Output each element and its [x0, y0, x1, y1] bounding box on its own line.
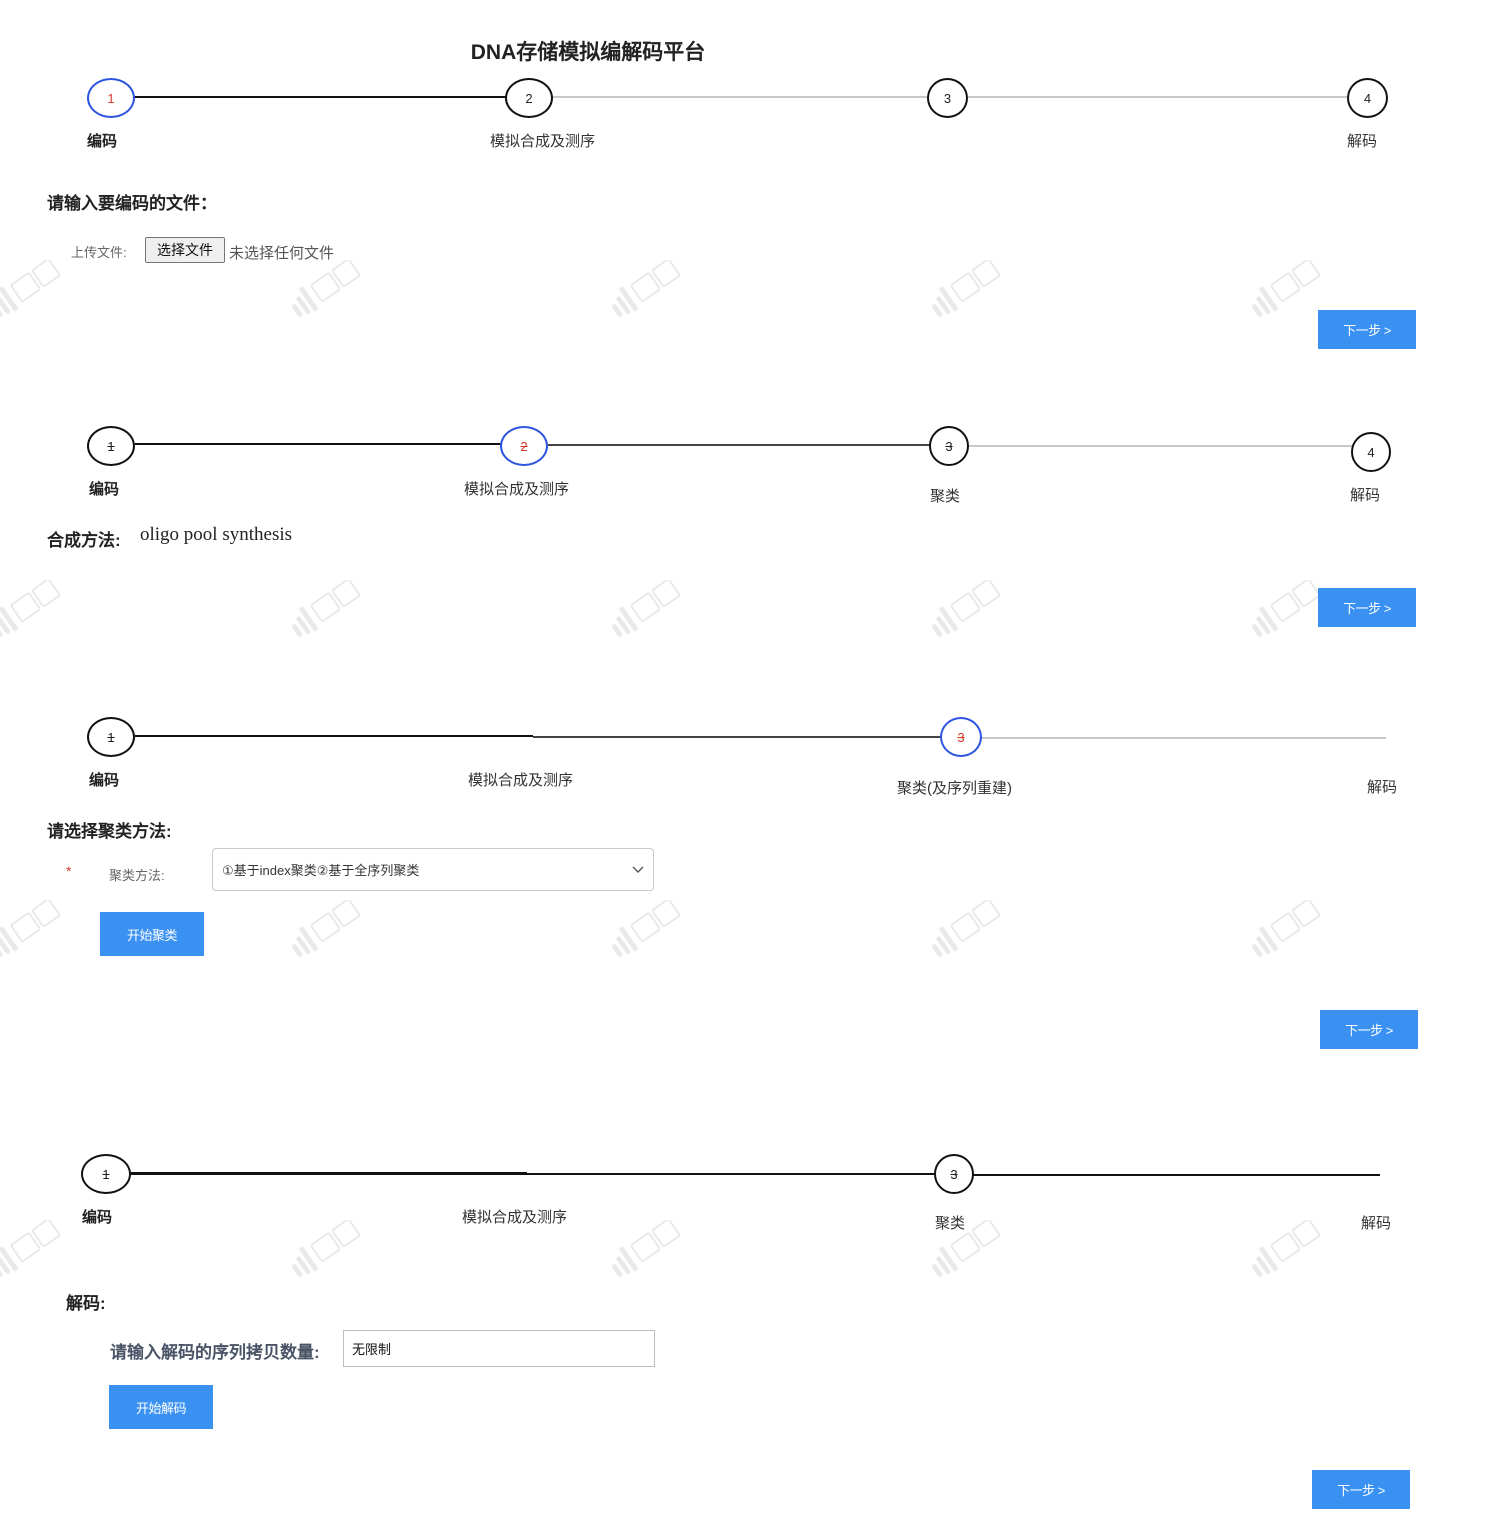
step-connector [968, 445, 1353, 447]
watermark-logo [280, 258, 370, 320]
step-connector [553, 96, 928, 98]
watermark-logo [1240, 578, 1330, 640]
step-label-decode: 解码 [1347, 133, 1378, 150]
watermark-logo [0, 578, 70, 640]
watermark-logo [0, 1218, 70, 1280]
step-circle-1[interactable]: 1 [87, 426, 135, 466]
step-connector [135, 443, 502, 445]
cluster-heading: 请选择聚类方法: [47, 822, 172, 841]
step-label-encode: 编码 [89, 772, 120, 789]
encode-heading: 请输入要编码的文件： [47, 194, 217, 213]
step-label-synthesis: 模拟合成及测序 [462, 1209, 568, 1226]
watermark-logo [920, 578, 1010, 640]
copies-input[interactable]: 无限制 [343, 1330, 655, 1367]
step-label-encode: 编码 [87, 133, 118, 150]
step-label-encode: 编码 [82, 1209, 113, 1226]
watermark-logo [0, 898, 70, 960]
copies-input-value: 无限制 [352, 1342, 392, 1357]
cluster-method-select[interactable]: ①基于index聚类②基于全序列聚类 [212, 848, 654, 891]
step-label-cluster-rebuild: 聚类(及序列重建) [897, 780, 1012, 797]
copies-label: 请输入解码的序列拷贝数量: [110, 1343, 320, 1362]
watermark-logo [920, 898, 1010, 960]
step-label-cluster: 聚类 [930, 488, 961, 505]
step-connector [129, 1172, 527, 1175]
watermark-logo [280, 898, 370, 960]
step-connector [980, 737, 1386, 739]
next-button-cluster[interactable]: 下一步 > [1320, 1010, 1418, 1049]
choose-file-button[interactable]: 选择文件 [145, 237, 225, 263]
step-label-decode: 解码 [1367, 779, 1398, 796]
step-connector [135, 735, 533, 737]
step-label-encode: 编码 [89, 481, 120, 498]
step-label-cluster: 聚类 [935, 1215, 966, 1232]
synthesis-method-value: oligo pool synthesis [140, 524, 293, 545]
step-label-decode: 解码 [1361, 1215, 1392, 1232]
watermark-logo [1240, 898, 1330, 960]
file-status: 未选择任何文件 [229, 245, 335, 262]
step-label-synthesis: 模拟合成及测序 [490, 133, 596, 150]
watermark-logo [280, 578, 370, 640]
step-circle-3[interactable]: 3 [934, 1154, 974, 1194]
step-connector [533, 736, 941, 738]
step-circle-2[interactable]: 2 [500, 426, 548, 466]
chevron-down-icon [632, 866, 644, 873]
synthesis-heading: 合成方法: [47, 531, 121, 550]
watermark-logo [1240, 1218, 1330, 1280]
upload-label: 上传文件: [71, 245, 127, 260]
watermark-logo [600, 898, 690, 960]
step-circle-4[interactable]: 4 [1351, 432, 1391, 472]
step-connector [133, 96, 507, 98]
watermark-logo [280, 1218, 370, 1280]
watermark-logo [1240, 258, 1330, 320]
start-cluster-button[interactable]: 开始聚类 [100, 912, 204, 956]
page-title: DNA存储模拟编解码平台 [470, 41, 706, 64]
start-decode-button[interactable]: 开始解码 [109, 1385, 213, 1429]
watermark-logo [0, 258, 70, 320]
next-button-decode[interactable]: 下一步 > [1312, 1470, 1410, 1509]
step-circle-4[interactable]: 4 [1347, 78, 1388, 118]
step-connector [527, 1173, 937, 1175]
step-label-synthesis: 模拟合成及测序 [464, 481, 570, 498]
step-circle-1[interactable]: 1 [87, 78, 135, 118]
next-button-encode[interactable]: 下一步 > [1318, 310, 1416, 349]
watermark-logo [600, 578, 690, 640]
step-circle-3[interactable]: 3 [940, 717, 982, 757]
cluster-method-label: 聚类方法: [109, 868, 165, 883]
watermark-logo [600, 1218, 690, 1280]
step-label-synthesis: 模拟合成及测序 [468, 772, 574, 789]
next-button-synthesis[interactable]: 下一步 > [1318, 588, 1416, 627]
decode-heading: 解码: [66, 1294, 106, 1313]
required-mark: * [66, 863, 72, 879]
step-circle-1[interactable]: 1 [81, 1154, 131, 1194]
cluster-method-value: ①基于index聚类②基于全序列聚类 [222, 863, 420, 878]
step-circle-1[interactable]: 1 [87, 717, 135, 757]
step-connector [972, 1174, 1380, 1176]
step-circle-3[interactable]: 3 [927, 78, 968, 118]
step-circle-2[interactable]: 2 [505, 78, 553, 118]
step-connector [548, 444, 931, 446]
watermark-logo [920, 258, 1010, 320]
step-label-decode: 解码 [1350, 487, 1381, 504]
step-connector [968, 96, 1349, 98]
step-circle-3[interactable]: 3 [929, 426, 969, 466]
watermark-logo [600, 258, 690, 320]
